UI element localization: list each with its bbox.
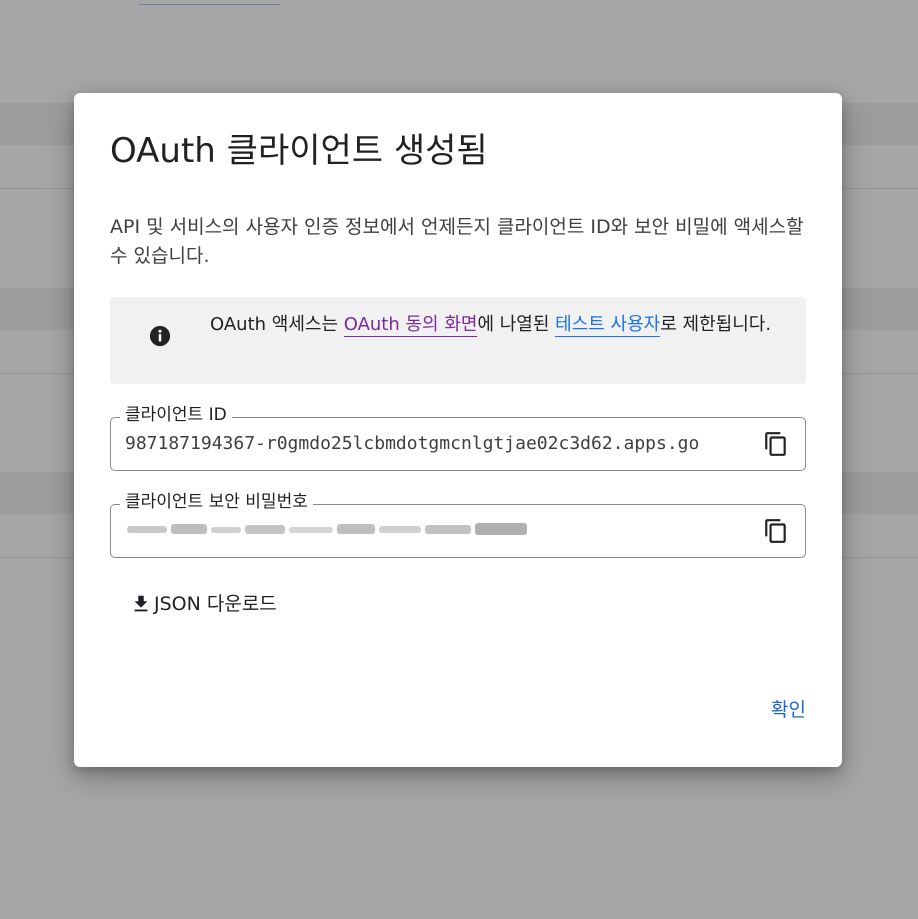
info-text-part: 로 제한됩니다. bbox=[660, 314, 772, 335]
client-id-label: 클라이언트 ID bbox=[120, 404, 232, 426]
client-secret-field[interactable]: 클라이언트 보안 비밀번호 bbox=[110, 491, 806, 558]
info-icon bbox=[149, 325, 171, 347]
info-banner-text: OAuth 액세스는 OAuth 동의 화면에 나열된 테스트 사용자로 제한됩… bbox=[210, 310, 790, 339]
info-banner: OAuth 액세스는 OAuth 동의 화면에 나열된 테스트 사용자로 제한됩… bbox=[110, 297, 806, 384]
dialog-description: API 및 서비스의 사용자 인증 정보에서 언제든지 클라이언트 ID와 보안… bbox=[110, 216, 804, 267]
download-json-button[interactable]: JSON 다운로드 bbox=[130, 589, 277, 619]
background-link bbox=[139, 0, 280, 5]
oauth-client-created-dialog: OAuth 클라이언트 생성됨 API 및 서비스의 사용자 인증 정보에서 언… bbox=[74, 93, 842, 767]
oauth-consent-screen-link[interactable]: OAuth 동의 화면 bbox=[343, 314, 478, 337]
dialog-title: OAuth 클라이언트 생성됨 bbox=[110, 131, 488, 171]
test-users-link[interactable]: 테스트 사용자 bbox=[555, 314, 661, 337]
copy-icon[interactable] bbox=[763, 518, 789, 544]
client-id-field[interactable]: 클라이언트 ID 987187194367-r0gmdo25lcbmdotgmc… bbox=[110, 404, 806, 471]
download-json-label: JSON 다운로드 bbox=[154, 593, 277, 615]
ok-button[interactable]: 확인 bbox=[771, 698, 806, 722]
info-text-part: OAuth 액세스는 bbox=[210, 314, 344, 335]
client-secret-redacted bbox=[127, 523, 527, 535]
download-icon bbox=[134, 595, 148, 612]
client-id-value[interactable]: 987187194367-r0gmdo25lcbmdotgmcnlgtjae02… bbox=[125, 431, 741, 457]
info-text-part: 에 나열된 bbox=[477, 314, 556, 335]
client-secret-label: 클라이언트 보안 비밀번호 bbox=[120, 491, 313, 513]
copy-icon[interactable] bbox=[763, 431, 789, 457]
